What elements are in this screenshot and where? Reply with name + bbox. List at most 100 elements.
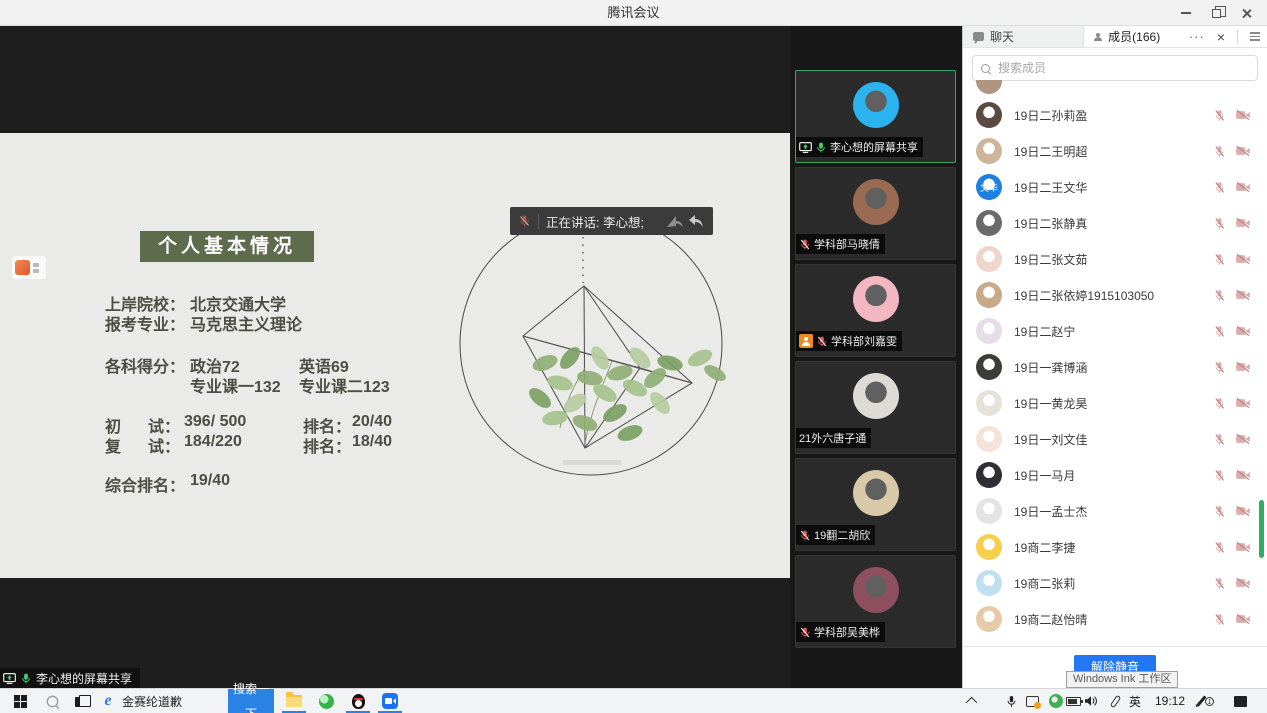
video-thumbnail[interactable]: 学科部马晓倩 <box>795 167 956 260</box>
member-row[interactable]: 19商二李捷 <box>963 529 1267 565</box>
avatar <box>976 210 1002 236</box>
camera-muted-icon <box>1235 361 1251 373</box>
video-thumbnail[interactable]: 学科部刘嘉雯 <box>795 264 956 357</box>
video-thumbnail[interactable]: 19翻二胡欣 <box>795 458 956 551</box>
ie-button[interactable]: e <box>98 689 118 713</box>
start-button[interactable] <box>8 689 32 713</box>
panel-close-button[interactable]: × <box>1217 29 1225 45</box>
member-row[interactable]: 19商二赵怡晴 <box>963 601 1267 637</box>
participant-name: 李心想的屏幕共享 <box>830 139 918 155</box>
clock[interactable]: 19:12 <box>1150 689 1190 713</box>
avatar-initials: 文华 <box>980 181 998 194</box>
tray-notify-window[interactable] <box>1022 689 1042 713</box>
member-row[interactable]: 19日一孟士杰 <box>963 493 1267 529</box>
tray-volume[interactable] <box>1080 689 1102 713</box>
member-row[interactable]: 19日二赵宁 <box>963 313 1267 349</box>
participant-name: 学科部刘嘉雯 <box>831 333 897 349</box>
qq-button[interactable] <box>344 689 372 713</box>
member-row[interactable]: 19日一刘文佳 <box>963 421 1267 457</box>
member-row[interactable]: 19日二孙莉盈 <box>963 97 1267 133</box>
avatar <box>976 282 1002 308</box>
scrollbar-thumb[interactable] <box>1259 500 1264 558</box>
mic-muted-icon <box>1213 505 1226 518</box>
member-row[interactable]: 19日二张文茹 <box>963 241 1267 277</box>
battery-icon <box>1066 697 1081 706</box>
members-icon <box>1094 33 1102 41</box>
tray-mic[interactable] <box>1002 689 1020 713</box>
more-button[interactable]: ··· <box>1189 32 1205 42</box>
tray-expand-button[interactable] <box>962 689 984 713</box>
language-indicator[interactable]: 英 <box>1126 689 1144 713</box>
browser-360-button[interactable] <box>312 689 340 713</box>
camera-muted-icon <box>1235 145 1251 157</box>
video-thumbnail[interactable]: 李心想的屏幕共享 <box>795 70 956 163</box>
trending-search-text[interactable]: 金赛纶道歉 <box>122 689 182 713</box>
explorer-button[interactable] <box>280 689 308 713</box>
tray-pin[interactable] <box>1106 689 1124 713</box>
ink-workspace-button[interactable]: 1 <box>1194 689 1220 713</box>
video-thumbnail[interactable]: 21外六唐子通 <box>795 361 956 454</box>
member-row[interactable]: 19日二张静真 <box>963 205 1267 241</box>
divider <box>1237 30 1238 44</box>
member-row[interactable]: 19日一黄龙昊 <box>963 385 1267 421</box>
member-search[interactable] <box>972 55 1258 81</box>
camera-muted-icon <box>1235 541 1251 553</box>
taskbar-search-button[interactable] <box>40 689 64 713</box>
mic-muted-icon <box>799 626 811 639</box>
slide-rank-label2: 排名： <box>303 433 351 457</box>
task-view-button[interactable] <box>70 689 94 713</box>
camera-muted-icon <box>1235 109 1251 121</box>
participant-name: 19翻二胡欣 <box>814 527 870 543</box>
avatar <box>976 354 1002 380</box>
mic-muted-icon <box>799 238 811 251</box>
window-notify-icon <box>1026 696 1039 707</box>
member-row[interactable]: 19日一龚博涵 <box>963 349 1267 385</box>
meeting-app-button[interactable] <box>376 689 404 713</box>
member-name: 19日二张文茹 <box>1014 251 1087 268</box>
mic-muted-icon <box>1213 397 1226 410</box>
action-center-button[interactable] <box>1228 689 1252 713</box>
participant-name: 21外六唐子通 <box>799 430 866 446</box>
participant-name: 学科部吴美桦 <box>814 624 880 640</box>
tab-members[interactable]: 成员(166) <box>1084 26 1189 47</box>
member-row[interactable]: 文华 19日二王文华 <box>963 169 1267 205</box>
forward-arrow-icon <box>663 212 685 230</box>
slide-second-label: 复 <box>105 433 121 457</box>
browser-icon <box>319 694 334 709</box>
restore-button[interactable] <box>1201 0 1231 26</box>
menu-icon[interactable] <box>1250 32 1260 41</box>
search-input[interactable] <box>996 60 1249 76</box>
minimize-button[interactable] <box>1171 0 1201 26</box>
video-thumbnail[interactable]: 学科部吴美桦 <box>795 555 956 648</box>
mic-muted-icon <box>1213 577 1226 590</box>
member-name: 19日二孙莉盈 <box>1014 107 1087 124</box>
slide-first-rank: 20/40 <box>352 413 392 431</box>
shield-icon <box>1049 694 1063 708</box>
slide-second-rank: 18/40 <box>352 433 392 451</box>
tab-chat[interactable]: 聊天 <box>963 26 1084 47</box>
camera-muted-icon <box>1235 217 1251 229</box>
video-thumbnail-list: 李心想的屏幕共享 学科部马晓倩 <box>790 26 962 688</box>
avatar <box>976 318 1002 344</box>
floating-widget[interactable] <box>12 256 46 279</box>
avatar <box>853 82 899 128</box>
member-row[interactable]: 19日二王明超 <box>963 133 1267 169</box>
slide-overall-rank: 19/40 <box>190 472 230 490</box>
camera-muted-icon <box>1235 469 1251 481</box>
taskbar: e 金赛纶道歉 搜索一下 英 19:12 1 <box>0 688 1267 713</box>
avatar: 文华 <box>976 174 1002 200</box>
participant-name: 学科部马晓倩 <box>814 236 880 252</box>
member-name: 19日一龚博涵 <box>1014 359 1087 376</box>
search-now-button[interactable]: 搜索一下 <box>228 689 274 713</box>
camera-muted-icon <box>1235 181 1251 193</box>
restore-icon <box>1212 9 1221 18</box>
start-icon <box>14 695 27 708</box>
member-list[interactable]: 19日二孙莉盈 19日二王明超 <box>963 80 1267 646</box>
member-row[interactable]: 19日一马月 <box>963 457 1267 493</box>
close-button[interactable] <box>1231 0 1261 26</box>
member-row[interactable]: 19日二张依婷1915103050 <box>963 277 1267 313</box>
minimize-icon <box>1181 12 1191 14</box>
member-row[interactable]: 19商二张莉 <box>963 565 1267 601</box>
slide-overall-label: 综合排名： <box>105 472 185 496</box>
avatar <box>976 390 1002 416</box>
